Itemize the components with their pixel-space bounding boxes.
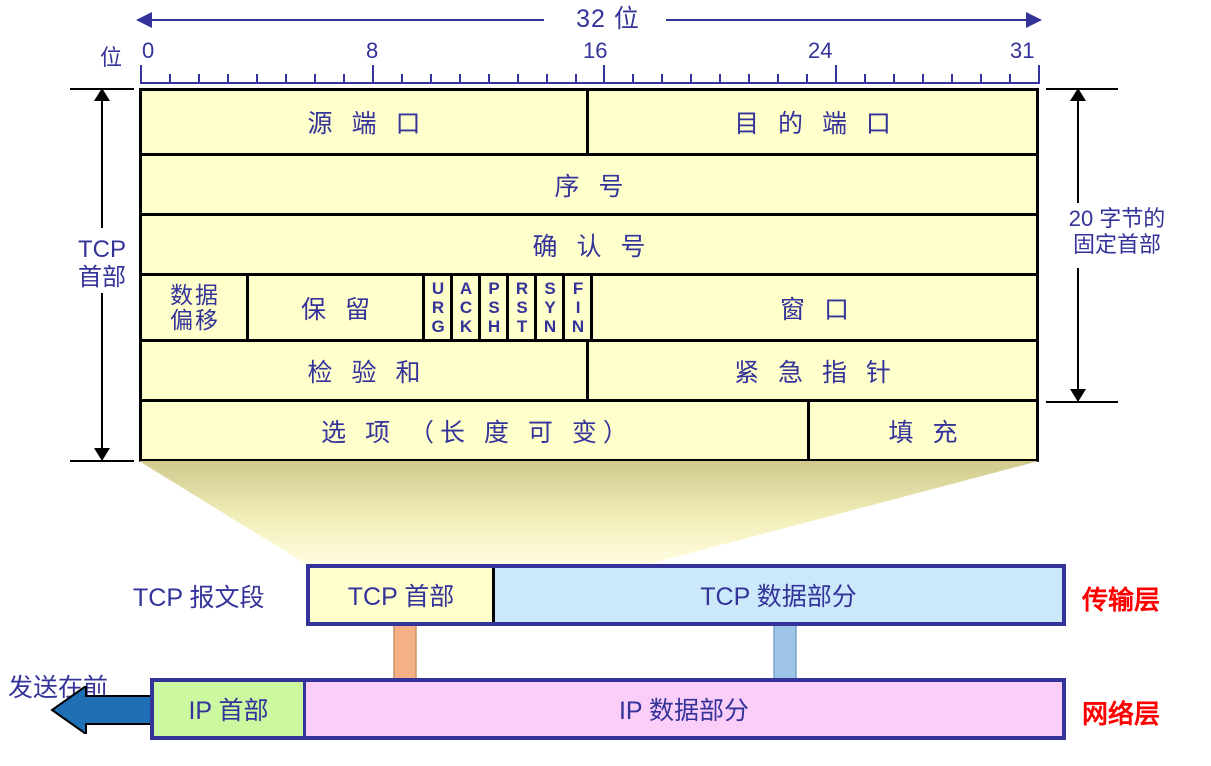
- tcp-header-bracket-label: TCP 首部: [64, 236, 140, 292]
- field-urgent-pointer: 紧 急 指 针: [589, 342, 1036, 399]
- arrow-head-down-icon: [94, 448, 110, 461]
- field-data-offset-line1: 数据: [170, 282, 220, 309]
- table-row: 选 项 （长 度 可 变） 填 充: [142, 402, 1036, 459]
- ip-data-box: IP 数据部分: [306, 682, 1062, 736]
- bracket-stem-lower: [1077, 268, 1079, 394]
- arrow-head-left-icon: [136, 12, 152, 28]
- table-row: 确 认 号: [142, 216, 1036, 276]
- arrow-head-down-icon: [1070, 389, 1086, 402]
- fixed-header-bracket-label-line1: 20 字节的: [1068, 206, 1166, 231]
- field-window: 窗 口: [593, 276, 1036, 339]
- tcp-header-bracket-label-line2: 首部: [78, 264, 126, 291]
- arrow-head-right-icon: [1026, 12, 1042, 28]
- tcp-segment-label: TCP 报文段: [133, 584, 265, 612]
- ruler-tick-label-24: 24: [808, 38, 833, 63]
- table-row-flags: 数据 偏移 保 留 URG ACK PSH RST SYN FIN 窗 口: [142, 276, 1036, 342]
- header-expansion-funnel: [139, 461, 1039, 564]
- arrow-line-left: [152, 19, 544, 21]
- ruler-tick-label-0: 0: [142, 38, 155, 63]
- field-reserved: 保 留: [249, 276, 425, 339]
- ruler-ticks: [140, 64, 1040, 84]
- arrow-head-up-icon: [94, 88, 110, 101]
- flag-psh-label: PSH: [484, 279, 504, 336]
- ruler-baseline: [140, 82, 1040, 84]
- tcp-header-bracket: TCP 首部: [64, 88, 140, 462]
- flag-ack-label: ACK: [456, 279, 476, 336]
- field-destination-port: 目 的 端 口: [589, 91, 1036, 153]
- arrow-head-up-icon: [1070, 88, 1086, 101]
- transport-layer-label: 传输层: [1082, 585, 1161, 615]
- ip-header-box: IP 首部: [154, 682, 306, 736]
- field-padding: 填 充: [810, 402, 1036, 459]
- field-options: 选 项 （长 度 可 变）: [142, 402, 810, 459]
- bit-width-arrow: 32 位: [0, 2, 1211, 38]
- bit-width-label: 32 位: [576, 5, 640, 33]
- field-sequence-number: 序 号: [142, 156, 1036, 213]
- flag-urg: URG: [425, 276, 453, 339]
- table-row: 检 验 和 紧 急 指 针: [142, 342, 1036, 402]
- flag-fin: FIN: [565, 276, 593, 339]
- ruler-tick-label-31: 31: [1010, 38, 1035, 63]
- flag-ack: ACK: [453, 276, 481, 339]
- fixed-header-bracket: 20 字节的 固定首部: [1038, 88, 1192, 403]
- field-checksum: 检 验 和: [142, 342, 589, 399]
- ruler-numbers: 0 8 16 24 31: [0, 38, 1211, 64]
- tcp-data-box: TCP 数据部分: [495, 568, 1062, 622]
- field-acknowledgement-number: 确 认 号: [142, 216, 1036, 273]
- flag-rst-label: RST: [512, 279, 532, 336]
- field-data-offset: 数据 偏移: [142, 276, 249, 339]
- ruler-tick-label-8: 8: [366, 38, 379, 63]
- flag-psh: PSH: [481, 276, 509, 339]
- table-row: 源 端 口 目 的 端 口: [142, 91, 1036, 156]
- bracket-stem-upper: [1077, 98, 1079, 203]
- bracket-stem-upper: [101, 98, 103, 228]
- arrow-line-right: [666, 19, 1034, 21]
- network-layer-label: 网络层: [1082, 699, 1161, 729]
- flag-rst: RST: [509, 276, 537, 339]
- tcp-segment-row: TCP 首部 TCP 数据部分: [306, 564, 1066, 626]
- bracket-stem-lower: [101, 293, 103, 453]
- ip-datagram-row: IP 首部 IP 数据部分: [150, 678, 1066, 740]
- ruler-tick-label-16: 16: [583, 38, 608, 63]
- flag-fin-label: FIN: [568, 279, 588, 336]
- fixed-header-bracket-label: 20 字节的 固定首部: [1042, 206, 1192, 258]
- flag-syn-label: SYN: [540, 279, 560, 336]
- send-first-arrow-icon: [50, 686, 159, 734]
- flag-syn: SYN: [537, 276, 565, 339]
- field-source-port: 源 端 口: [142, 91, 589, 153]
- tcp-header-bracket-label-line1: TCP: [78, 236, 126, 263]
- field-data-offset-line2: 偏移: [170, 306, 220, 333]
- flag-urg-label: URG: [428, 279, 448, 336]
- fixed-header-bracket-label-line2: 固定首部: [1072, 232, 1161, 257]
- table-row: 序 号: [142, 156, 1036, 216]
- tcp-header-table: 源 端 口 目 的 端 口 序 号 确 认 号 数据 偏移 保 留 URG AC…: [139, 88, 1039, 462]
- tcp-header-box: TCP 首部: [310, 568, 495, 622]
